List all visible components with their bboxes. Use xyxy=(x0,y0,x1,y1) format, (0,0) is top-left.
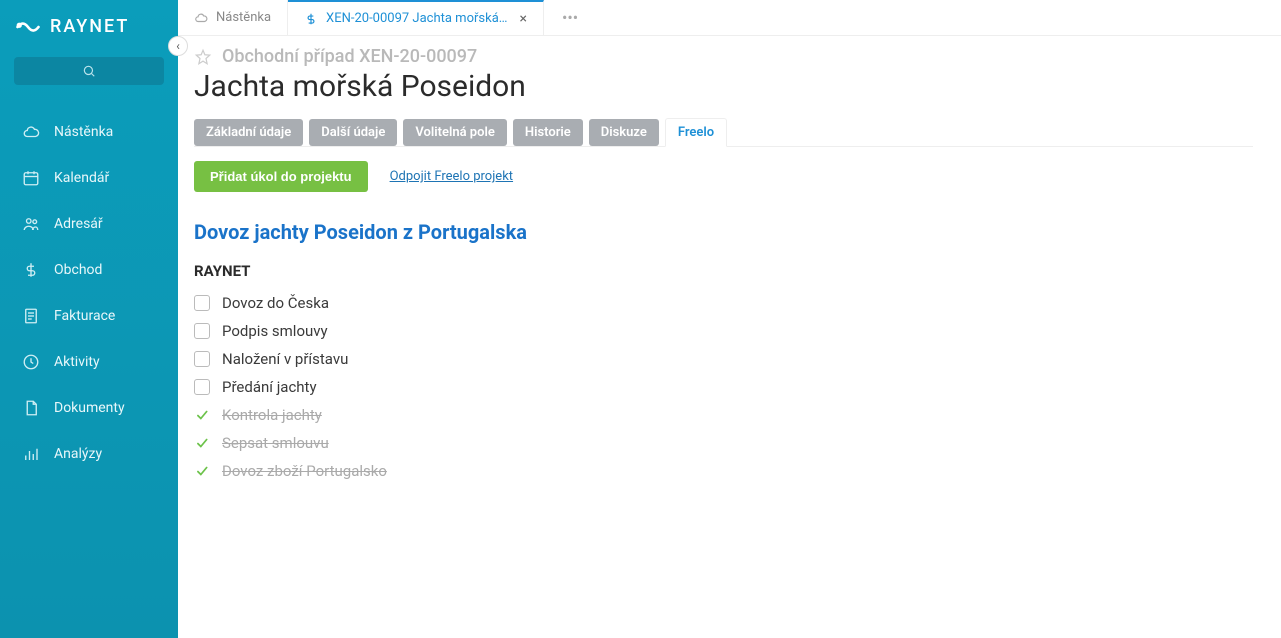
search-input[interactable] xyxy=(14,57,164,85)
checkbox-icon[interactable] xyxy=(194,351,210,367)
task-label: Kontrola jachty xyxy=(222,406,322,424)
close-icon[interactable]: × xyxy=(519,11,526,27)
sidebar-item-fakturace[interactable]: Fakturace xyxy=(0,293,178,339)
task-list: Dovoz do Česka Podpis smlouvy Naložení v… xyxy=(194,294,1253,480)
unlink-freelo-link[interactable]: Odpojit Freelo projekt xyxy=(390,169,513,184)
sidebar-item-dokumenty[interactable]: Dokumenty xyxy=(0,385,178,431)
task-label: Předání jachty xyxy=(222,378,317,396)
sidebar: RAYNET ‹ Nástěnka Kalendář Adresář Obcho… xyxy=(0,0,178,638)
sidebar-item-adresar[interactable]: Adresář xyxy=(0,201,178,247)
clock-icon xyxy=(22,353,40,371)
task-label: Podpis smlouvy xyxy=(222,322,328,340)
detail-tab-more[interactable]: Další údaje xyxy=(309,119,397,146)
chart-icon xyxy=(22,445,40,463)
freelo-project-title[interactable]: Dovoz jachty Poseidon z Portugalska xyxy=(194,220,1253,244)
task-item[interactable]: Předání jachty xyxy=(194,378,1253,396)
main: Nástěnka XEN-20-00097 Jachta mořská… × •… xyxy=(178,0,1281,638)
calendar-icon xyxy=(22,169,40,187)
invoice-icon xyxy=(22,307,40,325)
detail-tab-basic[interactable]: Základní údaje xyxy=(194,119,303,146)
tab-label: Nástěnka xyxy=(216,10,271,25)
star-icon[interactable] xyxy=(194,48,212,66)
freelo-group-title: RAYNET xyxy=(194,262,1253,280)
breadcrumb-text: Obchodní případ XEN-20-00097 xyxy=(222,46,477,67)
sidebar-item-label: Dokumenty xyxy=(54,400,125,416)
dollar-icon xyxy=(304,12,318,26)
detail-tabs: Základní údaje Další údaje Volitelná pol… xyxy=(194,118,1253,147)
task-label: Naložení v přístavu xyxy=(222,350,348,368)
brand-logo-icon xyxy=(14,17,42,37)
content: Obchodní případ XEN-20-00097 Jachta mořs… xyxy=(178,36,1281,638)
sidebar-collapse-button[interactable]: ‹ xyxy=(168,36,188,56)
cloud-icon xyxy=(194,11,208,25)
sidebar-item-aktivity[interactable]: Aktivity xyxy=(0,339,178,385)
checkbox-icon[interactable] xyxy=(194,379,210,395)
detail-tab-discussion[interactable]: Diskuze xyxy=(589,119,659,146)
sidebar-item-analyzy[interactable]: Analýzy xyxy=(0,431,178,477)
tab-dashboard[interactable]: Nástěnka xyxy=(178,0,288,35)
detail-tab-history[interactable]: Historie xyxy=(513,119,583,146)
check-icon[interactable] xyxy=(194,435,210,451)
cloud-icon xyxy=(22,123,40,141)
sidebar-item-label: Obchod xyxy=(54,262,102,278)
brand: RAYNET xyxy=(0,0,178,47)
task-label: Sepsat smlouvu xyxy=(222,434,329,452)
document-icon xyxy=(22,399,40,417)
add-task-button[interactable]: Přidat úkol do projektu xyxy=(194,161,368,192)
brand-name: RAYNET xyxy=(50,16,129,37)
contacts-icon xyxy=(22,215,40,233)
sidebar-item-label: Aktivity xyxy=(54,354,100,370)
task-label: Dovoz zboží Portugalsko xyxy=(222,462,387,480)
detail-tab-custom[interactable]: Volitelná pole xyxy=(403,119,507,146)
breadcrumb: Obchodní případ XEN-20-00097 xyxy=(194,46,1253,67)
tab-deal-active[interactable]: XEN-20-00097 Jachta mořská… × xyxy=(288,0,544,35)
detail-tab-freelo[interactable]: Freelo xyxy=(665,118,727,147)
task-item[interactable]: Dovoz do Česka xyxy=(194,294,1253,312)
tabbar: Nástěnka XEN-20-00097 Jachta mořská… × •… xyxy=(178,0,1281,36)
sidebar-item-label: Nástěnka xyxy=(54,124,113,140)
sidebar-item-label: Analýzy xyxy=(54,446,102,462)
check-icon[interactable] xyxy=(194,407,210,423)
task-item[interactable]: Podpis smlouvy xyxy=(194,322,1253,340)
actions-row: Přidat úkol do projektu Odpojit Freelo p… xyxy=(194,161,1253,192)
check-icon[interactable] xyxy=(194,463,210,479)
task-item[interactable]: Dovoz zboží Portugalsko xyxy=(194,462,1253,480)
sidebar-item-label: Adresář xyxy=(54,216,103,232)
sidebar-item-kalendar[interactable]: Kalendář xyxy=(0,155,178,201)
task-item[interactable]: Sepsat smlouvu xyxy=(194,434,1253,452)
tab-more-button[interactable]: ••• xyxy=(544,0,596,35)
sidebar-nav: Nástěnka Kalendář Adresář Obchod Faktura… xyxy=(0,103,178,483)
tab-label: XEN-20-00097 Jachta mořská… xyxy=(326,11,507,26)
sidebar-item-label: Fakturace xyxy=(54,308,115,324)
checkbox-icon[interactable] xyxy=(194,295,210,311)
sidebar-item-obchod[interactable]: Obchod xyxy=(0,247,178,293)
dollar-icon xyxy=(22,261,40,279)
page-title: Jachta mořská Poseidon xyxy=(194,69,1253,104)
task-label: Dovoz do Česka xyxy=(222,294,329,312)
search-icon xyxy=(82,64,96,78)
sidebar-item-label: Kalendář xyxy=(54,170,109,186)
task-item[interactable]: Kontrola jachty xyxy=(194,406,1253,424)
checkbox-icon[interactable] xyxy=(194,323,210,339)
task-item[interactable]: Naložení v přístavu xyxy=(194,350,1253,368)
sidebar-item-nastenka[interactable]: Nástěnka xyxy=(0,109,178,155)
